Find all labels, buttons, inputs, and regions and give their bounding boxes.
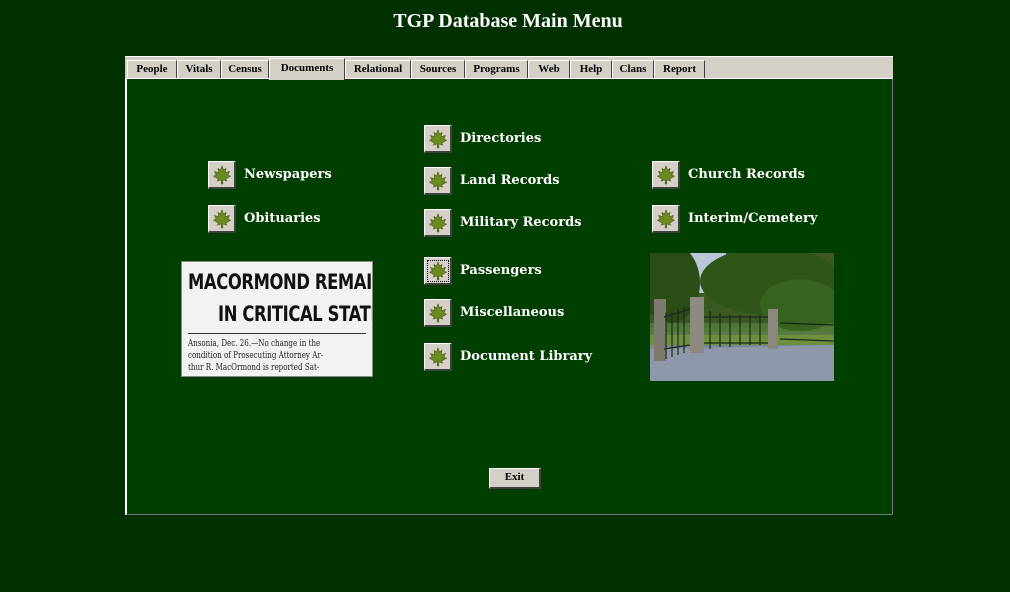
tab-clans[interactable]: Clans — [612, 60, 654, 79]
directories-button[interactable] — [424, 125, 452, 153]
cemetery-gate-photo — [650, 253, 834, 381]
clipping-headline-line2: IN CRITICAL STATE — [218, 302, 373, 326]
land-records-label: Land Records — [460, 173, 560, 188]
newspapers-button[interactable] — [208, 161, 236, 189]
clipping-headline-line1: MACORMOND REMAINS — [188, 270, 372, 294]
maple-leaf-icon — [428, 346, 447, 366]
tab-vitals[interactable]: Vitals — [177, 60, 221, 79]
interim-cemetery-label: Interim/Cemetery — [688, 211, 818, 226]
tab-programs[interactable]: Programs — [465, 60, 528, 79]
document-library-button[interactable] — [424, 343, 452, 371]
passengers-button[interactable] — [424, 257, 452, 285]
church-records-button[interactable] — [652, 161, 680, 189]
passengers-label: Passengers — [460, 263, 542, 278]
newspaper-clipping-image: MACORMOND REMAINS IN CRITICAL STATE Anso… — [181, 261, 373, 377]
tab-sources[interactable]: Sources — [411, 60, 465, 79]
tab-help[interactable]: Help — [570, 60, 612, 79]
interim-cemetery-button[interactable] — [652, 205, 680, 233]
document-library-label: Document Library — [460, 349, 593, 364]
documents-panel: Newspapers Obituaries MACORMOND REMAINS … — [125, 78, 893, 515]
maple-leaf-icon — [212, 208, 231, 228]
tab-people[interactable]: People — [127, 60, 177, 79]
maple-leaf-icon — [212, 164, 231, 184]
obituaries-label: Obituaries — [244, 211, 321, 226]
clipping-rule — [188, 333, 366, 334]
military-records-button[interactable] — [424, 209, 452, 237]
maple-leaf-icon — [428, 128, 447, 148]
miscellaneous-label: Miscellaneous — [460, 305, 565, 320]
tab-relational[interactable]: Relational — [345, 60, 411, 79]
exit-button[interactable]: Exit — [489, 468, 541, 489]
military-records-label: Military Records — [460, 215, 582, 230]
miscellaneous-button[interactable] — [424, 299, 452, 327]
land-records-button[interactable] — [424, 167, 452, 195]
church-records-label: Church Records — [688, 167, 805, 182]
page-title: TGP Database Main Menu — [393, 10, 623, 32]
clipping-body-line: thur R. MacOrmond is reported Sat- — [188, 362, 320, 373]
tab-bar: People Vitals Census Documents Relationa… — [125, 56, 893, 80]
maple-leaf-icon — [428, 302, 447, 322]
newspapers-label: Newspapers — [244, 167, 332, 182]
tab-web[interactable]: Web — [528, 60, 570, 79]
clipping-body-line: condition of Prosecuting Attorney Ar- — [188, 350, 324, 361]
maple-leaf-icon — [428, 260, 447, 280]
clipping-body: Ansonia, Dec. 26.—No change in the condi… — [188, 338, 368, 374]
main-window: People Vitals Census Documents Relationa… — [125, 56, 893, 515]
cemetery-gate-illustration — [650, 253, 834, 381]
maple-leaf-icon — [428, 170, 447, 190]
tab-census[interactable]: Census — [221, 60, 269, 79]
obituaries-button[interactable] — [208, 205, 236, 233]
maple-leaf-icon — [656, 208, 675, 228]
tab-report[interactable]: Report — [654, 60, 705, 79]
tab-documents[interactable]: Documents — [269, 58, 345, 80]
clipping-body-line: Ansonia, Dec. 26.—No change in the — [188, 338, 321, 349]
directories-label: Directories — [460, 131, 542, 146]
maple-leaf-icon — [428, 212, 447, 232]
maple-leaf-icon — [656, 164, 675, 184]
